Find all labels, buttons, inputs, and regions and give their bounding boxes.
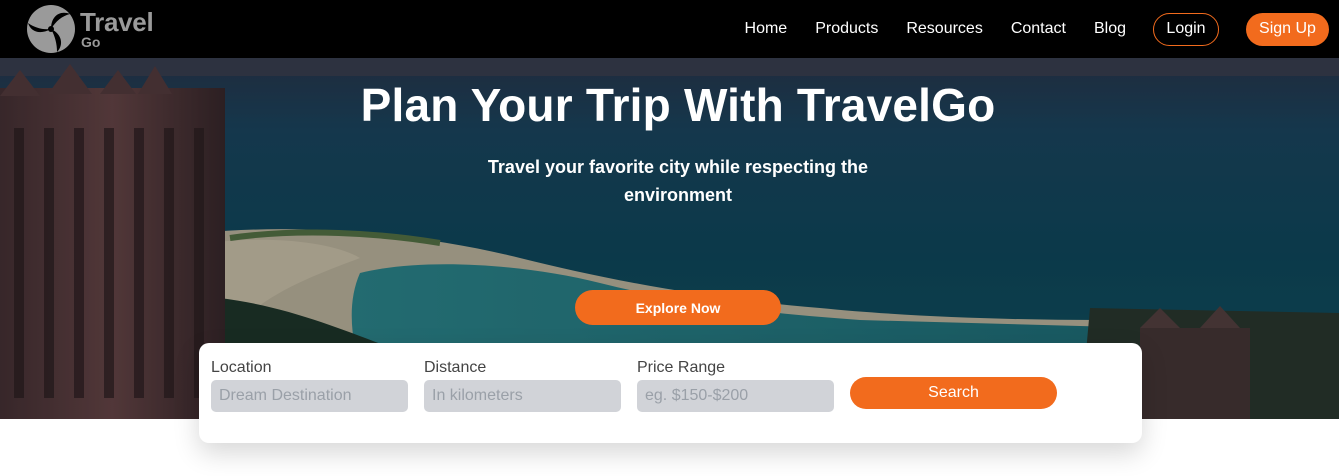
- hero-subtitle: Travel your favorite city while respecti…: [487, 157, 869, 205]
- hero-title: Plan Your Trip With TravelGo: [360, 79, 996, 131]
- top-navbar: Travel Go Home Products Resources Contac…: [0, 0, 1339, 58]
- signup-button[interactable]: Sign Up: [1246, 12, 1329, 46]
- distance-input[interactable]: [424, 380, 621, 412]
- nav-link-products[interactable]: Products: [815, 20, 878, 38]
- distance-label: Distance: [424, 359, 487, 376]
- brand-sub: Go: [81, 34, 101, 50]
- search-panel: Location Distance Price Range Search: [199, 343, 1142, 443]
- location-label: Location: [211, 359, 272, 376]
- price-range-label: Price Range: [637, 359, 726, 376]
- location-input[interactable]: [211, 380, 408, 412]
- brand-name: Travel: [80, 7, 154, 37]
- swirl-logo-icon: [27, 5, 75, 53]
- distance-field-group: Distance: [424, 358, 621, 412]
- brand-logo[interactable]: Travel Go: [26, 3, 166, 55]
- nav-link-contact[interactable]: Contact: [1011, 20, 1066, 38]
- explore-now-button[interactable]: Explore Now: [575, 290, 781, 325]
- location-field-group: Location: [211, 358, 408, 412]
- nav-link-home[interactable]: Home: [745, 20, 788, 38]
- search-button[interactable]: Search: [850, 377, 1057, 409]
- nav-links: Home Products Resources Contact Blog Log…: [745, 0, 1339, 58]
- price-range-input[interactable]: [637, 380, 834, 412]
- login-button[interactable]: Login: [1153, 12, 1219, 46]
- nav-link-resources[interactable]: Resources: [906, 20, 982, 38]
- price-field-group: Price Range: [637, 358, 834, 412]
- nav-link-blog[interactable]: Blog: [1094, 20, 1126, 38]
